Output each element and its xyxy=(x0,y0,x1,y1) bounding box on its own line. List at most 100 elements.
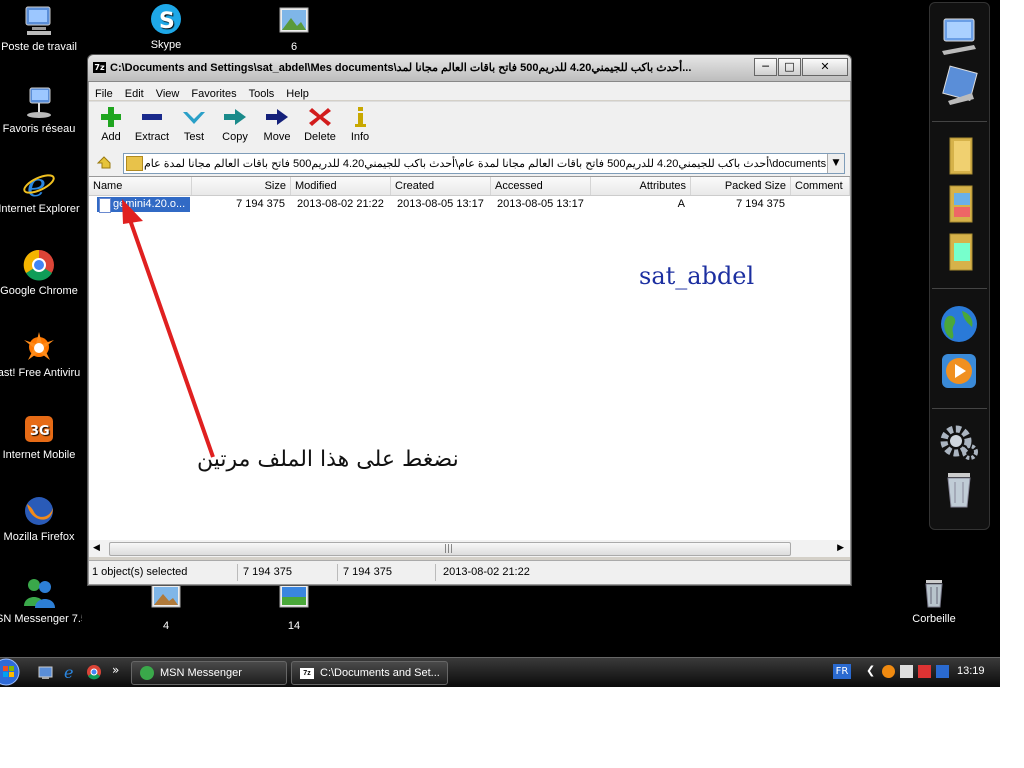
test-button[interactable]: Test xyxy=(177,106,211,143)
show-desktop-icon[interactable] xyxy=(38,665,53,679)
globe-icon[interactable] xyxy=(938,303,980,345)
address-dropdown-button[interactable]: ▼ xyxy=(827,154,844,173)
close-button[interactable]: ✕ xyxy=(802,58,848,76)
desktop-icon-label: SN Messenger 7.5 xyxy=(0,613,82,625)
minimize-icon: ─ xyxy=(762,60,769,73)
file-list: Name Size Modified Created Accessed Attr… xyxy=(89,176,850,541)
extract-label: Extract xyxy=(134,131,170,143)
network-tray-icon[interactable] xyxy=(900,665,913,678)
desktop-icon-label: 14 xyxy=(287,620,301,632)
app-7zip-icon: 7z xyxy=(300,667,314,679)
up-folder-button[interactable] xyxy=(96,155,112,171)
media-player-icon[interactable] xyxy=(938,351,980,393)
copy-label: Copy xyxy=(222,131,248,143)
quicklaunch-overflow-icon[interactable]: » xyxy=(112,663,119,677)
desktop-icon-label: Poste de travail xyxy=(1,41,77,53)
maximize-icon: □ xyxy=(784,60,795,73)
chevron-down-icon: ▼ xyxy=(832,158,840,168)
control-panel-icon[interactable] xyxy=(938,65,980,107)
horizontal-scrollbar[interactable]: ◀ ||| ▶ xyxy=(89,540,850,557)
msn-icon xyxy=(140,666,154,681)
task-7zip-window[interactable]: 7z C:\Documents and Set... xyxy=(291,661,448,685)
arrow-right-move-icon xyxy=(264,106,290,128)
test-label: Test xyxy=(183,131,205,143)
gear-icon[interactable] xyxy=(938,421,980,463)
window-title: C:\Documents and Settings\sat_abdel\Mes … xyxy=(110,62,692,74)
recycle-bin-icon xyxy=(917,576,951,610)
delete-button[interactable]: Delete xyxy=(301,106,339,143)
status-separator xyxy=(237,564,238,581)
scroll-left-icon[interactable]: ◀ xyxy=(93,543,100,553)
svg-text:3G: 3G xyxy=(30,424,50,439)
sidebar-gadgets xyxy=(929,2,990,530)
clock: 13:19 xyxy=(957,665,985,677)
firefox-icon xyxy=(22,494,56,528)
move-button[interactable]: Move xyxy=(259,106,295,143)
desktop-icon-skype[interactable]: S Skype xyxy=(123,2,209,51)
tray-expand-icon[interactable]: ❮ xyxy=(866,664,875,677)
desktop-icon-label: Mozilla Firefox xyxy=(3,531,75,543)
add-button[interactable]: Add xyxy=(93,106,129,143)
start-button[interactable] xyxy=(0,658,22,687)
desktop: Poste de travail Favoris réseau e Intern… xyxy=(0,0,1000,657)
display-tray-icon[interactable] xyxy=(936,665,949,678)
add-label: Add xyxy=(101,131,121,143)
delete-label: Delete xyxy=(304,131,336,143)
scroll-right-icon[interactable]: ▶ xyxy=(837,543,844,553)
minus-icon xyxy=(139,106,165,128)
info-icon xyxy=(347,106,373,128)
info-button[interactable]: Info xyxy=(345,106,375,143)
desktop-icon-internet-explorer[interactable]: e Internet Explorer xyxy=(0,166,82,215)
security-tray-icon[interactable] xyxy=(918,665,931,678)
desktop-icon-internet-mobile[interactable]: 3G Internet Mobile xyxy=(0,412,82,461)
extract-button[interactable]: Extract xyxy=(131,106,173,143)
up-arrow-icon xyxy=(96,156,111,169)
desktop-icon-firefox[interactable]: Mozilla Firefox xyxy=(0,494,82,543)
internet-explorer-icon[interactable]: e xyxy=(62,663,78,682)
desktop-icon-label: Corbeille xyxy=(912,613,956,625)
skype-icon: S xyxy=(149,2,183,36)
chrome-icon[interactable] xyxy=(86,664,102,680)
grip-icon: ||| xyxy=(444,544,454,554)
copy-button[interactable]: Copy xyxy=(217,106,253,143)
desktop-icon-recycle-bin[interactable]: Corbeille xyxy=(891,576,977,625)
desktop-icon-avast[interactable]: ast! Free Antiviru xyxy=(0,330,82,379)
pictures-folder-icon[interactable] xyxy=(938,183,980,225)
chrome-icon xyxy=(22,248,56,282)
desktop-icon-label: 6 xyxy=(290,41,298,53)
avast-tray-icon[interactable] xyxy=(882,665,895,678)
desktop-icon-label: Skype xyxy=(150,39,182,51)
scrollbar-thumb[interactable]: ||| xyxy=(109,542,791,556)
desktop-icon-label: Favoris réseau xyxy=(2,123,76,135)
address-bar: أحدث باكب للجيمني4.20 للدريم500 فاتح باق… xyxy=(89,150,850,176)
folder-icon[interactable] xyxy=(938,135,980,177)
desktop-icon-msn[interactable]: SN Messenger 7.5 xyxy=(0,576,82,625)
image-file-icon xyxy=(277,4,311,38)
desktop-icon-chrome[interactable]: Google Chrome xyxy=(0,248,82,297)
task-label: MSN Messenger xyxy=(160,667,242,679)
language-indicator[interactable]: FR xyxy=(833,664,851,679)
status-separator xyxy=(337,564,338,581)
toolbar: Add Extract Test Copy Move Delete Info xyxy=(89,101,850,150)
desktop-icon-image-14[interactable]: 14 xyxy=(251,583,337,632)
address-input[interactable]: أحدث باكب للجيمني4.20 للدريم500 فاتح باق… xyxy=(123,153,845,174)
sidebar-separator xyxy=(932,408,987,409)
menu-bar: File Edit View Favorites Tools Help xyxy=(89,82,850,100)
desktop-icon-label: Internet Mobile xyxy=(2,449,76,461)
sidebar-separator xyxy=(932,288,987,289)
minimize-button[interactable]: ─ xyxy=(754,58,777,76)
desktop-icon-computer[interactable]: Poste de travail xyxy=(0,4,82,53)
mobile-internet-icon: 3G xyxy=(22,412,56,446)
task-msn-messenger[interactable]: MSN Messenger xyxy=(131,661,287,685)
music-folder-icon[interactable] xyxy=(938,231,980,273)
desktop-icon-image-6[interactable]: 6 xyxy=(251,4,337,53)
desktop-icon-network[interactable]: Favoris réseau xyxy=(0,86,82,135)
app-7zip-icon: 7z xyxy=(93,62,106,73)
recycle-bin-icon[interactable] xyxy=(938,469,980,511)
close-icon: ✕ xyxy=(820,60,830,73)
maximize-button[interactable]: □ xyxy=(778,58,801,76)
window-titlebar[interactable]: 7z C:\Documents and Settings\sat_abdel\M… xyxy=(88,55,851,82)
status-separator xyxy=(435,564,436,581)
desktop-icon-image-4[interactable]: 4 xyxy=(123,583,209,632)
computer-icon[interactable] xyxy=(938,15,980,57)
